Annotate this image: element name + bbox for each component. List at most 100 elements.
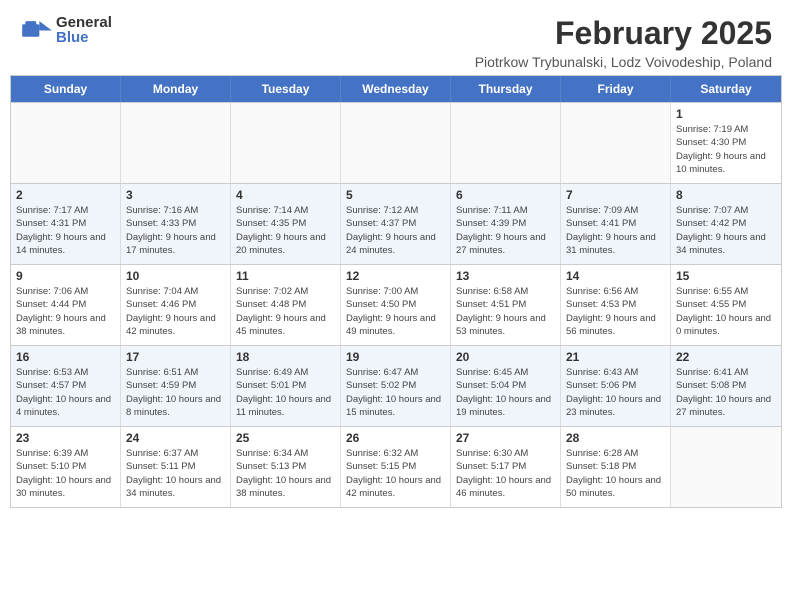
day-info: Sunrise: 7:00 AM Sunset: 4:50 PM Dayligh… (346, 285, 445, 338)
day-info: Sunrise: 6:58 AM Sunset: 4:51 PM Dayligh… (456, 285, 555, 338)
day-number: 2 (16, 188, 115, 202)
day-info: Sunrise: 6:47 AM Sunset: 5:02 PM Dayligh… (346, 366, 445, 419)
calendar-cell: 25Sunrise: 6:34 AM Sunset: 5:13 PM Dayli… (231, 427, 341, 507)
day-info: Sunrise: 6:39 AM Sunset: 5:10 PM Dayligh… (16, 447, 115, 500)
day-number: 19 (346, 350, 445, 364)
logo-icon (22, 18, 52, 43)
day-number: 17 (126, 350, 225, 364)
subtitle: Piotrkow Trybunalski, Lodz Voivodeship, … (475, 54, 772, 70)
day-number: 9 (16, 269, 115, 283)
logo-blue: Blue (56, 30, 112, 45)
day-info: Sunrise: 6:28 AM Sunset: 5:18 PM Dayligh… (566, 447, 665, 500)
calendar-cell: 17 Sunrise: 6:51 AM Sunset: 4:59 PM Dayli… (121, 346, 231, 426)
day-info: Sunrise: 6:30 AM Sunset: 5:17 PM Dayligh… (456, 447, 555, 500)
calendar-header-cell: Thursday (451, 76, 561, 102)
calendar-cell: 20 Sunrise: 6:45 AM Sunset: 5:04 PM Dayli… (451, 346, 561, 426)
day-number: 25 (236, 431, 335, 445)
calendar-cell: 4 Sunrise: 7:14 AM Sunset: 4:35 PM Daylig… (231, 184, 341, 264)
day-info: Sunrise: 6:45 AM Sunset: 5:04 PM Dayligh… (456, 366, 555, 419)
calendar-header-cell: Monday (121, 76, 231, 102)
calendar-week: 16 Sunrise: 6:53 AM Sunset: 4:57 PM Dayli… (11, 345, 781, 426)
calendar-cell: 3 Sunrise: 7:16 AM Sunset: 4:33 PM Daylig… (121, 184, 231, 264)
day-number: 23 (16, 431, 115, 445)
day-number: 13 (456, 269, 555, 283)
calendar-cell: 12 Sunrise: 7:00 AM Sunset: 4:50 PM Dayli… (341, 265, 451, 345)
calendar-header-cell: Sunday (11, 76, 121, 102)
calendar-cell (561, 103, 671, 183)
calendar-week: 1Sunrise: 7:19 AM Sunset: 4:30 PM Daylig… (11, 102, 781, 183)
calendar-cell: 1Sunrise: 7:19 AM Sunset: 4:30 PM Daylig… (671, 103, 781, 183)
main-title: February 2025 (475, 15, 772, 52)
day-number: 18 (236, 350, 335, 364)
day-number: 11 (236, 269, 335, 283)
day-number: 6 (456, 188, 555, 202)
calendar-cell: 23 Sunrise: 6:39 AM Sunset: 5:10 PM Dayli… (11, 427, 121, 507)
logo-general: General (56, 15, 112, 30)
calendar-header-cell: Friday (561, 76, 671, 102)
calendar-cell: 11 Sunrise: 7:02 AM Sunset: 4:48 PM Dayli… (231, 265, 341, 345)
day-info: Sunrise: 7:02 AM Sunset: 4:48 PM Dayligh… (236, 285, 335, 338)
calendar-cell: 7 Sunrise: 7:09 AM Sunset: 4:41 PM Daylig… (561, 184, 671, 264)
calendar-cell (451, 103, 561, 183)
day-info: Sunrise: 6:56 AM Sunset: 4:53 PM Dayligh… (566, 285, 665, 338)
day-info: Sunrise: 6:41 AM Sunset: 5:08 PM Dayligh… (676, 366, 776, 419)
calendar-cell: 13 Sunrise: 6:58 AM Sunset: 4:51 PM Dayli… (451, 265, 561, 345)
calendar: SundayMondayTuesdayWednesdayThursdayFrid… (10, 75, 782, 508)
day-info: Sunrise: 7:07 AM Sunset: 4:42 PM Dayligh… (676, 204, 776, 257)
calendar-cell (671, 427, 781, 507)
day-info: Sunrise: 6:37 AM Sunset: 5:11 PM Dayligh… (126, 447, 225, 500)
day-number: 4 (236, 188, 335, 202)
day-info: Sunrise: 6:43 AM Sunset: 5:06 PM Dayligh… (566, 366, 665, 419)
calendar-cell: 26 Sunrise: 6:32 AM Sunset: 5:15 PM Dayli… (341, 427, 451, 507)
calendar-cell: 10 Sunrise: 7:04 AM Sunset: 4:46 PM Dayli… (121, 265, 231, 345)
day-info: Sunrise: 7:11 AM Sunset: 4:39 PM Dayligh… (456, 204, 555, 257)
calendar-cell: 16 Sunrise: 6:53 AM Sunset: 4:57 PM Dayli… (11, 346, 121, 426)
day-number: 7 (566, 188, 665, 202)
calendar-cell: 21 Sunrise: 6:43 AM Sunset: 5:06 PM Dayli… (561, 346, 671, 426)
calendar-cell (341, 103, 451, 183)
logo: General Blue (20, 15, 112, 45)
calendar-cell (11, 103, 121, 183)
day-number: 10 (126, 269, 225, 283)
calendar-week: 2Sunrise: 7:17 AM Sunset: 4:31 PM Daylig… (11, 183, 781, 264)
calendar-header-cell: Wednesday (341, 76, 451, 102)
day-number: 24 (126, 431, 225, 445)
day-info: Sunrise: 7:12 AM Sunset: 4:37 PM Dayligh… (346, 204, 445, 257)
day-number: 26 (346, 431, 445, 445)
day-info: Sunrise: 7:09 AM Sunset: 4:41 PM Dayligh… (566, 204, 665, 257)
calendar-cell: 5 Sunrise: 7:12 AM Sunset: 4:37 PM Daylig… (341, 184, 451, 264)
calendar-week: 9 Sunrise: 7:06 AM Sunset: 4:44 PM Daylig… (11, 264, 781, 345)
day-info: Sunrise: 6:53 AM Sunset: 4:57 PM Dayligh… (16, 366, 115, 419)
day-info: Sunrise: 6:51 AM Sunset: 4:59 PM Dayligh… (126, 366, 225, 419)
day-info: Sunrise: 7:06 AM Sunset: 4:44 PM Dayligh… (16, 285, 115, 338)
calendar-cell: 27Sunrise: 6:30 AM Sunset: 5:17 PM Dayli… (451, 427, 561, 507)
day-number: 22 (676, 350, 776, 364)
day-number: 16 (16, 350, 115, 364)
day-number: 3 (126, 188, 225, 202)
day-number: 12 (346, 269, 445, 283)
day-number: 28 (566, 431, 665, 445)
calendar-cell: 19 Sunrise: 6:47 AM Sunset: 5:02 PM Dayli… (341, 346, 451, 426)
day-number: 1 (676, 107, 776, 121)
calendar-week: 23 Sunrise: 6:39 AM Sunset: 5:10 PM Dayli… (11, 426, 781, 507)
calendar-cell (121, 103, 231, 183)
day-number: 14 (566, 269, 665, 283)
day-number: 5 (346, 188, 445, 202)
day-info: Sunrise: 7:04 AM Sunset: 4:46 PM Dayligh… (126, 285, 225, 338)
calendar-cell: 9 Sunrise: 7:06 AM Sunset: 4:44 PM Daylig… (11, 265, 121, 345)
day-info: Sunrise: 7:16 AM Sunset: 4:33 PM Dayligh… (126, 204, 225, 257)
day-number: 20 (456, 350, 555, 364)
calendar-cell: 28 Sunrise: 6:28 AM Sunset: 5:18 PM Dayli… (561, 427, 671, 507)
calendar-cell: 2Sunrise: 7:17 AM Sunset: 4:31 PM Daylig… (11, 184, 121, 264)
day-number: 21 (566, 350, 665, 364)
calendar-cell: 8Sunrise: 7:07 AM Sunset: 4:42 PM Daylig… (671, 184, 781, 264)
calendar-cell: 22 Sunrise: 6:41 AM Sunset: 5:08 PM Dayli… (671, 346, 781, 426)
calendar-header-cell: Tuesday (231, 76, 341, 102)
day-number: 15 (676, 269, 776, 283)
calendar-header: SundayMondayTuesdayWednesdayThursdayFrid… (11, 76, 781, 102)
calendar-cell: 24 Sunrise: 6:37 AM Sunset: 5:11 PM Dayli… (121, 427, 231, 507)
page-header: General Blue February 2025 Piotrkow Tryb… (0, 0, 792, 75)
calendar-cell: 14 Sunrise: 6:56 AM Sunset: 4:53 PM Dayli… (561, 265, 671, 345)
day-info: Sunrise: 6:32 AM Sunset: 5:15 PM Dayligh… (346, 447, 445, 500)
day-info: Sunrise: 7:14 AM Sunset: 4:35 PM Dayligh… (236, 204, 335, 257)
